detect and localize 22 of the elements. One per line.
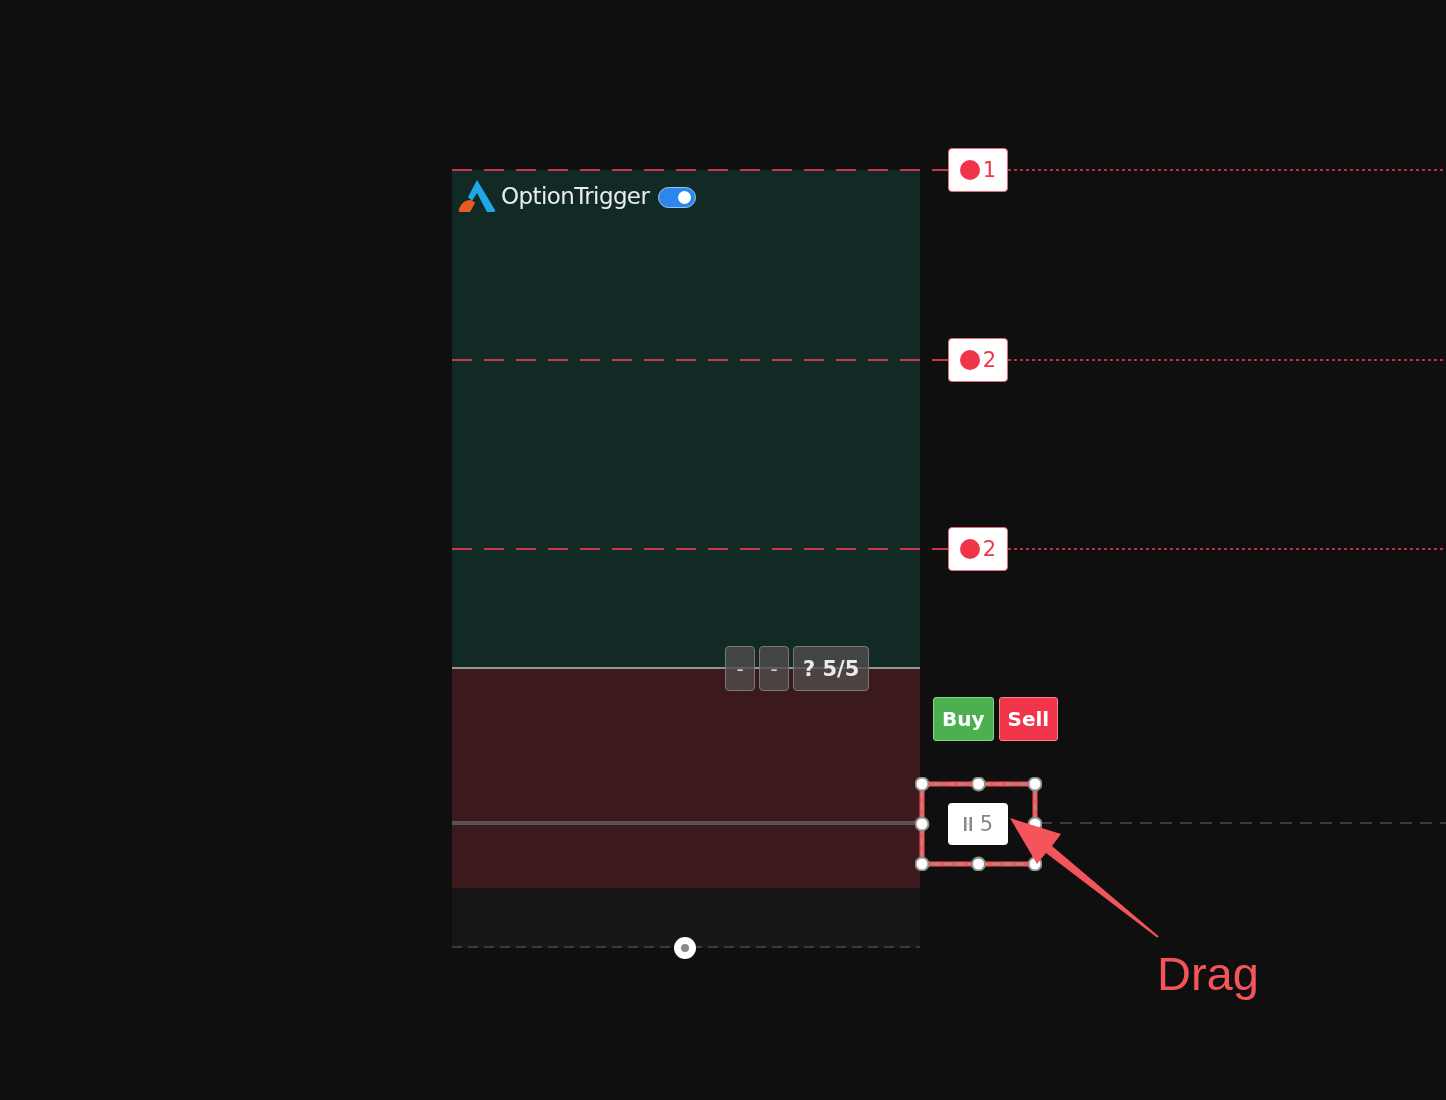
position-label[interactable]: 5 — [948, 803, 1008, 845]
order-label[interactable]: 2 — [948, 527, 1008, 571]
position-size: 5 — [979, 812, 994, 836]
order-count: 2 — [982, 347, 997, 372]
chart-control-button[interactable]: - — [759, 646, 789, 691]
pause-icon — [962, 817, 973, 831]
annotation-label: Drag — [1157, 946, 1259, 1002]
order-count: 2 — [982, 537, 997, 561]
selection-frame[interactable] — [915, 777, 1042, 871]
chart-control-button[interactable]: ? 5/5 — [793, 646, 870, 691]
order-count: 1 — [982, 158, 997, 182]
chart-control-button[interactable]: - — [725, 646, 755, 691]
dot-icon — [959, 539, 980, 559]
buy-button[interactable]: Buy — [933, 697, 994, 741]
order-label[interactable]: 2 — [948, 337, 1008, 382]
logo-icon — [458, 179, 496, 213]
dot-icon — [959, 349, 980, 370]
resize-handle-icon[interactable] — [673, 936, 697, 960]
sell-button[interactable]: Sell — [998, 697, 1059, 741]
dot-icon — [959, 160, 980, 180]
brand-name: OptionTrigger — [501, 183, 650, 209]
order-label[interactable]: 1 — [948, 148, 1008, 192]
